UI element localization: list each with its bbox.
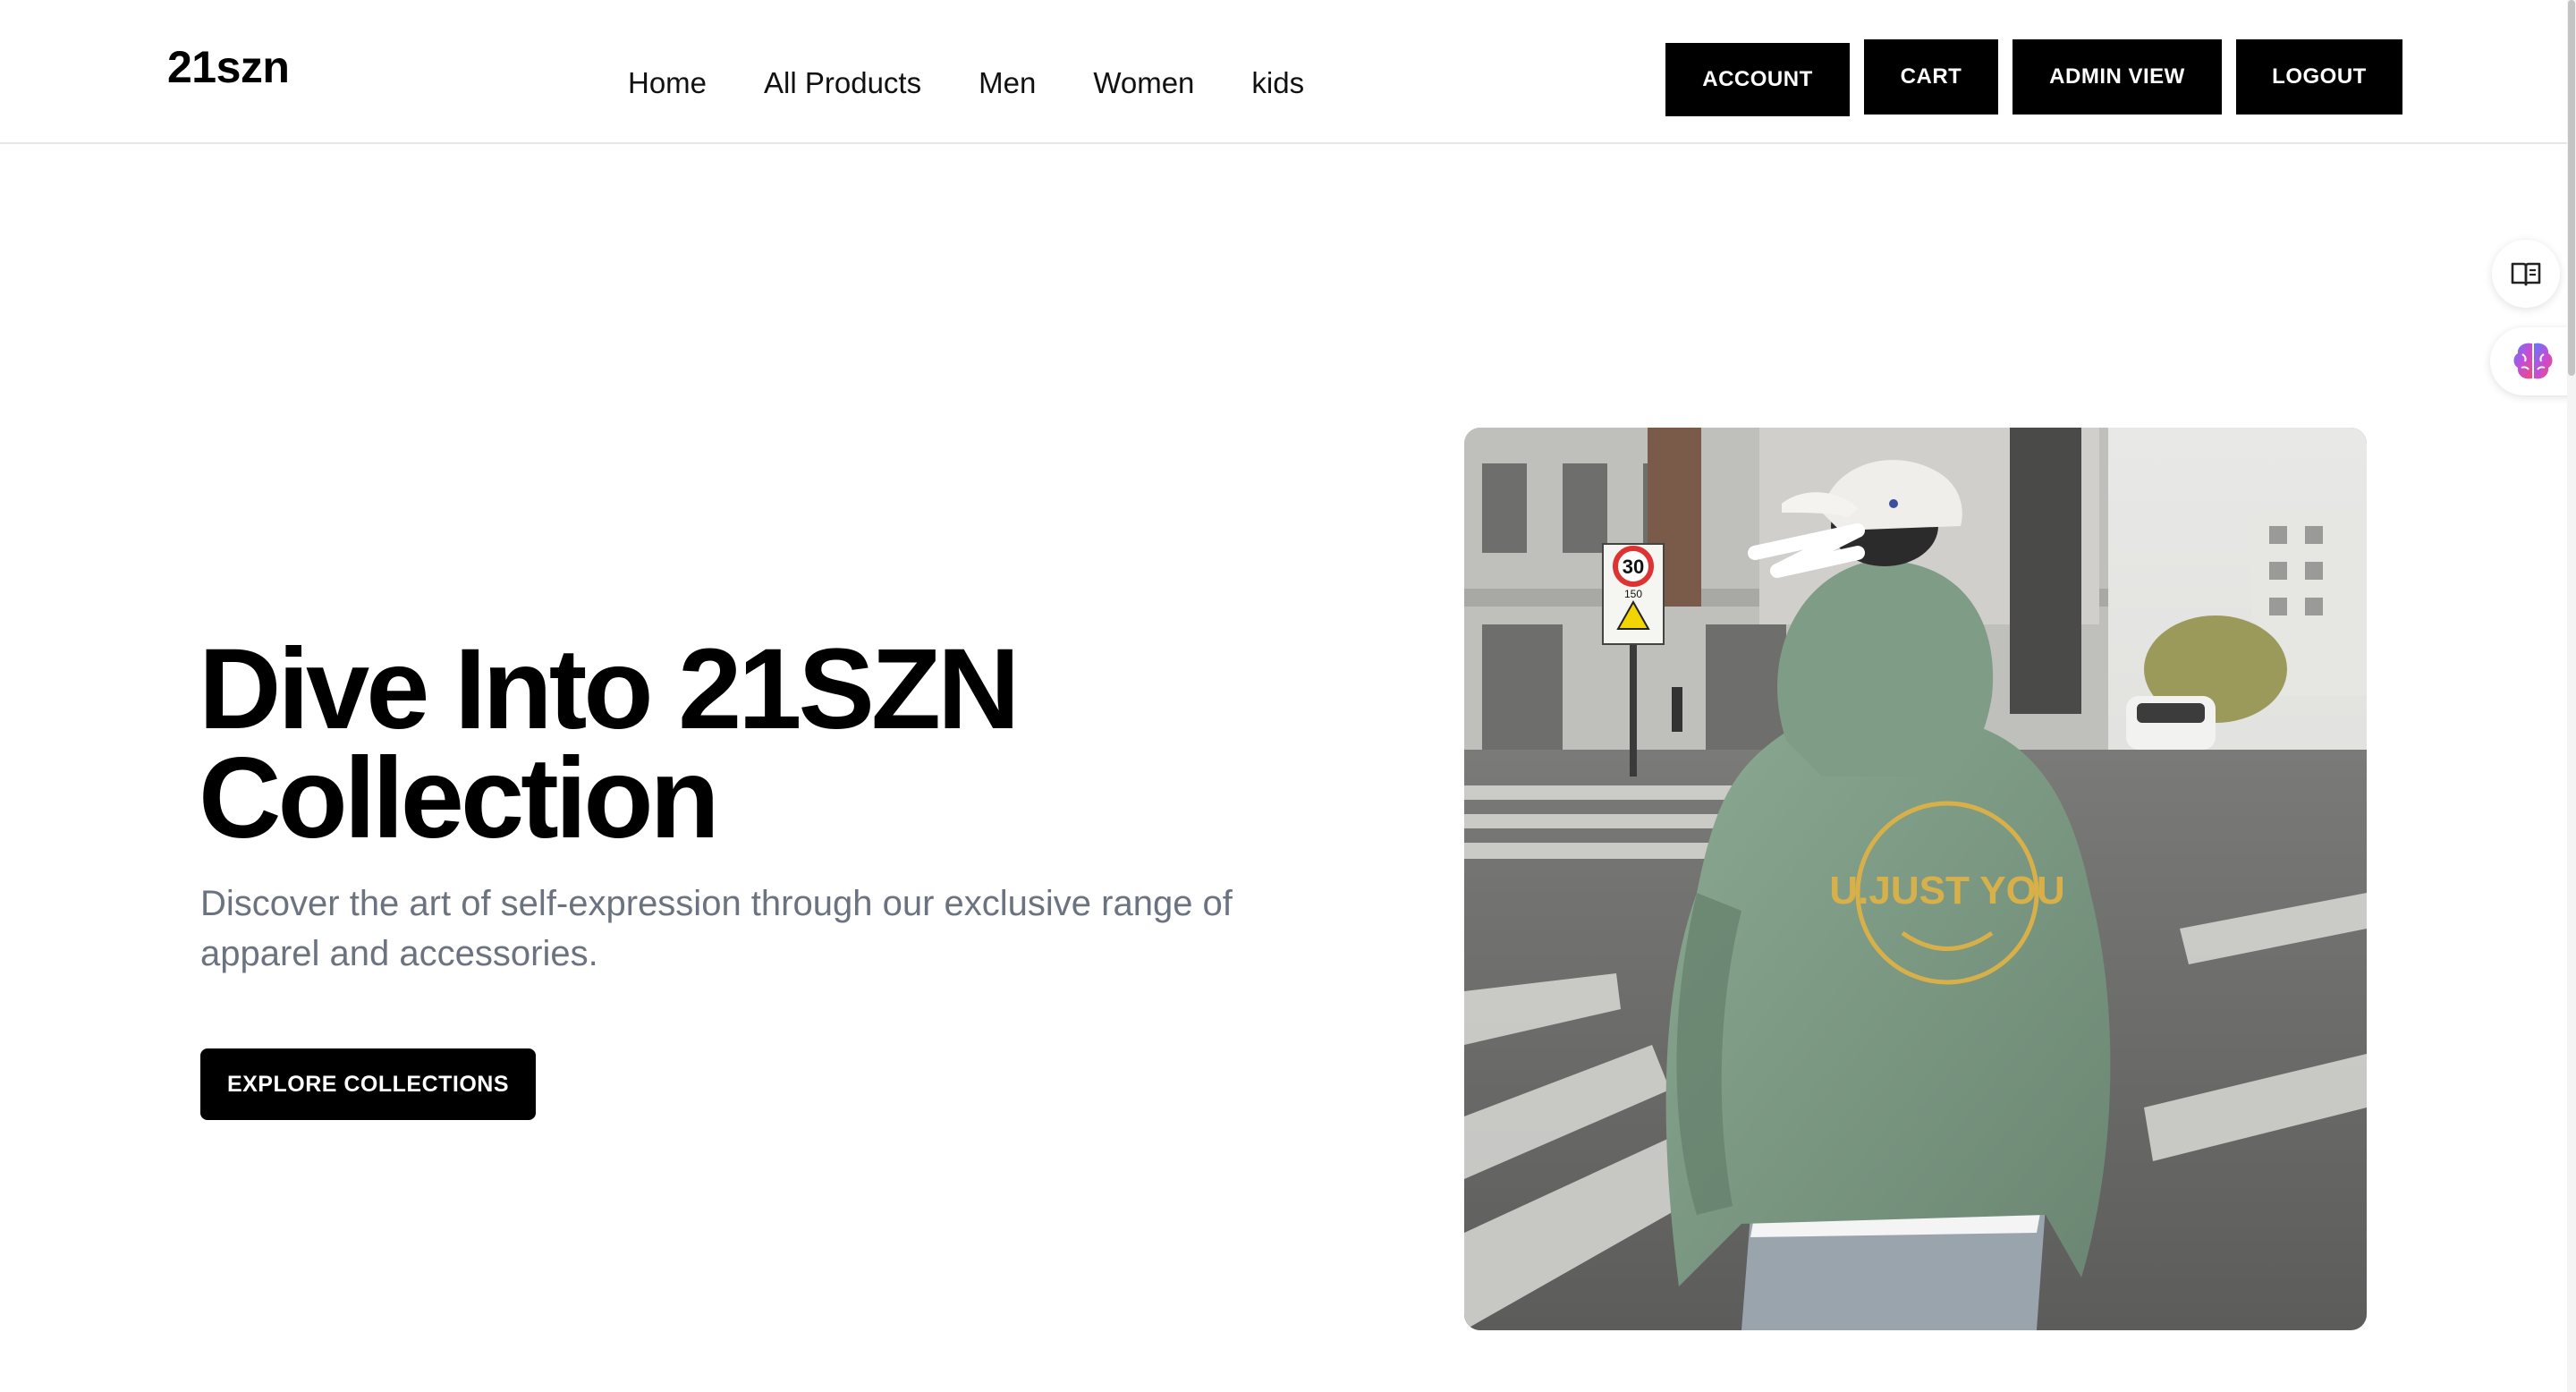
nav-kids-link[interactable]: kids xyxy=(1251,66,1304,100)
admin-view-button[interactable]: ADMIN VIEW xyxy=(2012,39,2222,115)
page: 21szn Home All Products Men Women kids A… xyxy=(0,0,2576,1392)
brand-logo[interactable]: 21szn xyxy=(167,41,290,93)
book-reader-icon xyxy=(2511,262,2541,286)
nav-home-link[interactable]: Home xyxy=(628,66,707,100)
explore-collections-button[interactable]: EXPLORE COLLECTIONS xyxy=(200,1048,536,1120)
hero-subtitle: Discover the art of self-expression thro… xyxy=(200,884,1233,973)
cart-button[interactable]: CART xyxy=(1864,39,1998,115)
hero-image: 30 150 U.JUST YOU xyxy=(1464,428,2367,1330)
nav-all-products-link[interactable]: All Products xyxy=(764,66,921,100)
header-actions: ACCOUNT CART ADMIN VIEW LOGOUT xyxy=(1665,39,2402,116)
hero-photo-illustration: 30 150 U.JUST YOU xyxy=(1464,428,2367,1330)
scrollbar-thumb[interactable] xyxy=(2568,0,2575,376)
nav-women-link[interactable]: Women xyxy=(1093,66,1194,100)
nav-men-link[interactable]: Men xyxy=(979,66,1036,100)
main-nav: Home All Products Men Women kids xyxy=(628,66,1304,100)
speed-sign-text: 30 xyxy=(1623,556,1644,578)
hero-title-line2: Collection xyxy=(199,734,720,862)
sign-sub-text: 150 xyxy=(1624,588,1642,600)
logout-button[interactable]: LOGOUT xyxy=(2236,39,2402,115)
ai-assistant-widget-button[interactable] xyxy=(2490,327,2576,395)
scrollbar[interactable] xyxy=(2567,0,2576,1392)
hoodie-print-text: U.JUST YOU xyxy=(1829,869,2064,912)
account-button[interactable]: ACCOUNT xyxy=(1665,43,1850,116)
brain-icon xyxy=(2513,343,2553,379)
reader-widget-button[interactable] xyxy=(2492,240,2560,308)
hero-title: Dive Into 21SZN Collection xyxy=(199,632,1272,856)
site-header: 21szn Home All Products Men Women kids A… xyxy=(0,0,2576,144)
